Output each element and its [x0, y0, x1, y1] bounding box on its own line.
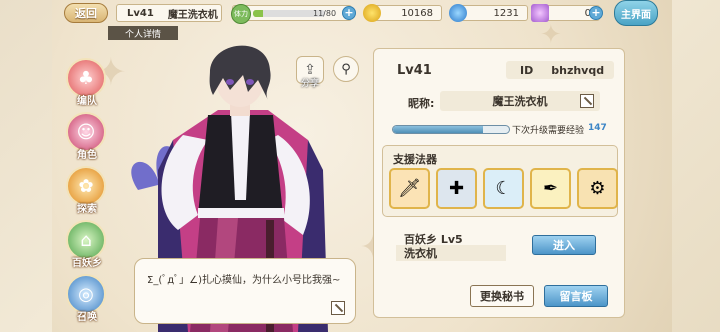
village-name: 洗衣机	[396, 245, 506, 261]
main-screen-button[interactable]: 主界面	[614, 0, 658, 26]
gold-coin-icon	[363, 4, 381, 22]
speech-text: Σ_(ﾟдﾟ」∠)扎心摸仙，为什么小号比我强~	[147, 275, 341, 286]
stamina-box: 体力 11/80	[231, 4, 352, 24]
back-button[interactable]: 返回	[64, 3, 108, 23]
nav-label: 百妖乡	[72, 258, 102, 269]
panel-level: Lv41	[397, 63, 432, 78]
top-bar: 返回 Lv41 魔王洗衣机 体力 11/80 + 10168 1231 0 + …	[0, 0, 720, 26]
purple-cannon-icon[interactable]: ⚙	[577, 168, 618, 209]
ice-blade-icon[interactable]: ☾	[483, 168, 524, 209]
message-board-button[interactable]: 留言板	[544, 285, 608, 307]
exp-fill	[393, 126, 484, 133]
player-level-box: Lv41 魔王洗衣机	[116, 4, 222, 22]
support-tools: 🗡 ✚ ☾ ✒ ⚙	[389, 168, 618, 209]
add-stamina-button[interactable]: +	[342, 6, 356, 20]
id-box: ID bhzhvqd	[506, 61, 614, 79]
stamina-icon: 体力	[231, 4, 251, 24]
game-screen: ✦ ✦ ✦ 返回 Lv41 魔王洗衣机 体力 11/80 + 10168 123…	[0, 0, 720, 332]
ticket-icon	[531, 4, 549, 22]
speech-bubble: Σ_(ﾟдﾟ」∠)扎心摸仙，为什么小号比我强~	[134, 258, 356, 324]
side-nav: ♣ 编队 ☺ 角色 ✿ 探索 ⌂ 百妖乡 ◎ 召唤	[58, 58, 110, 328]
id-label: ID	[520, 63, 534, 77]
nav-item-summon[interactable]: ◎ 召唤	[58, 274, 108, 326]
support-tools-box: 支援法器 🗡 ✚ ☾ ✒ ⚙	[382, 145, 618, 217]
player-level: Lv41	[127, 7, 154, 19]
search-icon: ⚲	[341, 61, 351, 77]
gold-box: 10168	[363, 4, 442, 22]
add-ticket-button[interactable]: +	[589, 6, 603, 20]
belt	[198, 208, 284, 218]
edit-nickname-icon[interactable]	[580, 94, 594, 108]
share-label: 分享	[300, 79, 319, 89]
stamina-fill	[253, 10, 263, 17]
nav-label: 角色	[77, 150, 97, 161]
red-sword-icon[interactable]: 🗡	[389, 168, 430, 209]
support-title: 支援法器	[393, 153, 437, 166]
change-secretary-button[interactable]: 更换秘书	[470, 285, 534, 307]
nav-item-team[interactable]: ♣ 编队	[58, 58, 108, 110]
exp-text: 下次升级需要经验	[512, 126, 585, 136]
gem-value: 1231	[493, 7, 519, 19]
stamina-text: 11/80	[313, 9, 337, 18]
golden-pen-icon[interactable]: ✒	[530, 168, 571, 209]
nav-item-village[interactable]: ⌂ 百妖乡	[58, 220, 108, 272]
edit-signature-icon[interactable]	[331, 301, 345, 315]
nav-label: 编队	[77, 96, 97, 107]
player-name: 魔王洗衣机	[167, 9, 218, 21]
nav-label: 召唤	[77, 312, 97, 323]
gold-value: 10168	[401, 7, 433, 19]
gem-box: 1231	[449, 4, 528, 22]
nickname-label: 昵称:	[408, 97, 435, 110]
right-eye	[246, 79, 254, 85]
crossbow-icon[interactable]: ✚	[436, 168, 477, 209]
left-eye	[226, 79, 234, 85]
nav-label: 探索	[77, 204, 97, 215]
profile-panel: Lv41 ID bhzhvqd 昵称: 魔王洗衣机 下次升级需要经验 147 支…	[373, 48, 625, 318]
id-value: bhzhvqd	[551, 63, 605, 77]
nickname-box: 魔王洗衣机	[440, 91, 600, 111]
gem-icon	[449, 4, 467, 22]
exp-bar	[392, 125, 510, 134]
nickname-value: 魔王洗衣机	[492, 95, 548, 108]
zoom-button[interactable]: ⚲	[333, 56, 359, 82]
nav-item-explore[interactable]: ✿ 探索	[58, 166, 108, 218]
enter-village-button[interactable]: 进入	[532, 235, 596, 255]
profile-tab: 个人详情	[108, 26, 178, 40]
exp-value: 147	[588, 123, 607, 133]
nav-item-character[interactable]: ☺ 角色	[58, 112, 108, 164]
